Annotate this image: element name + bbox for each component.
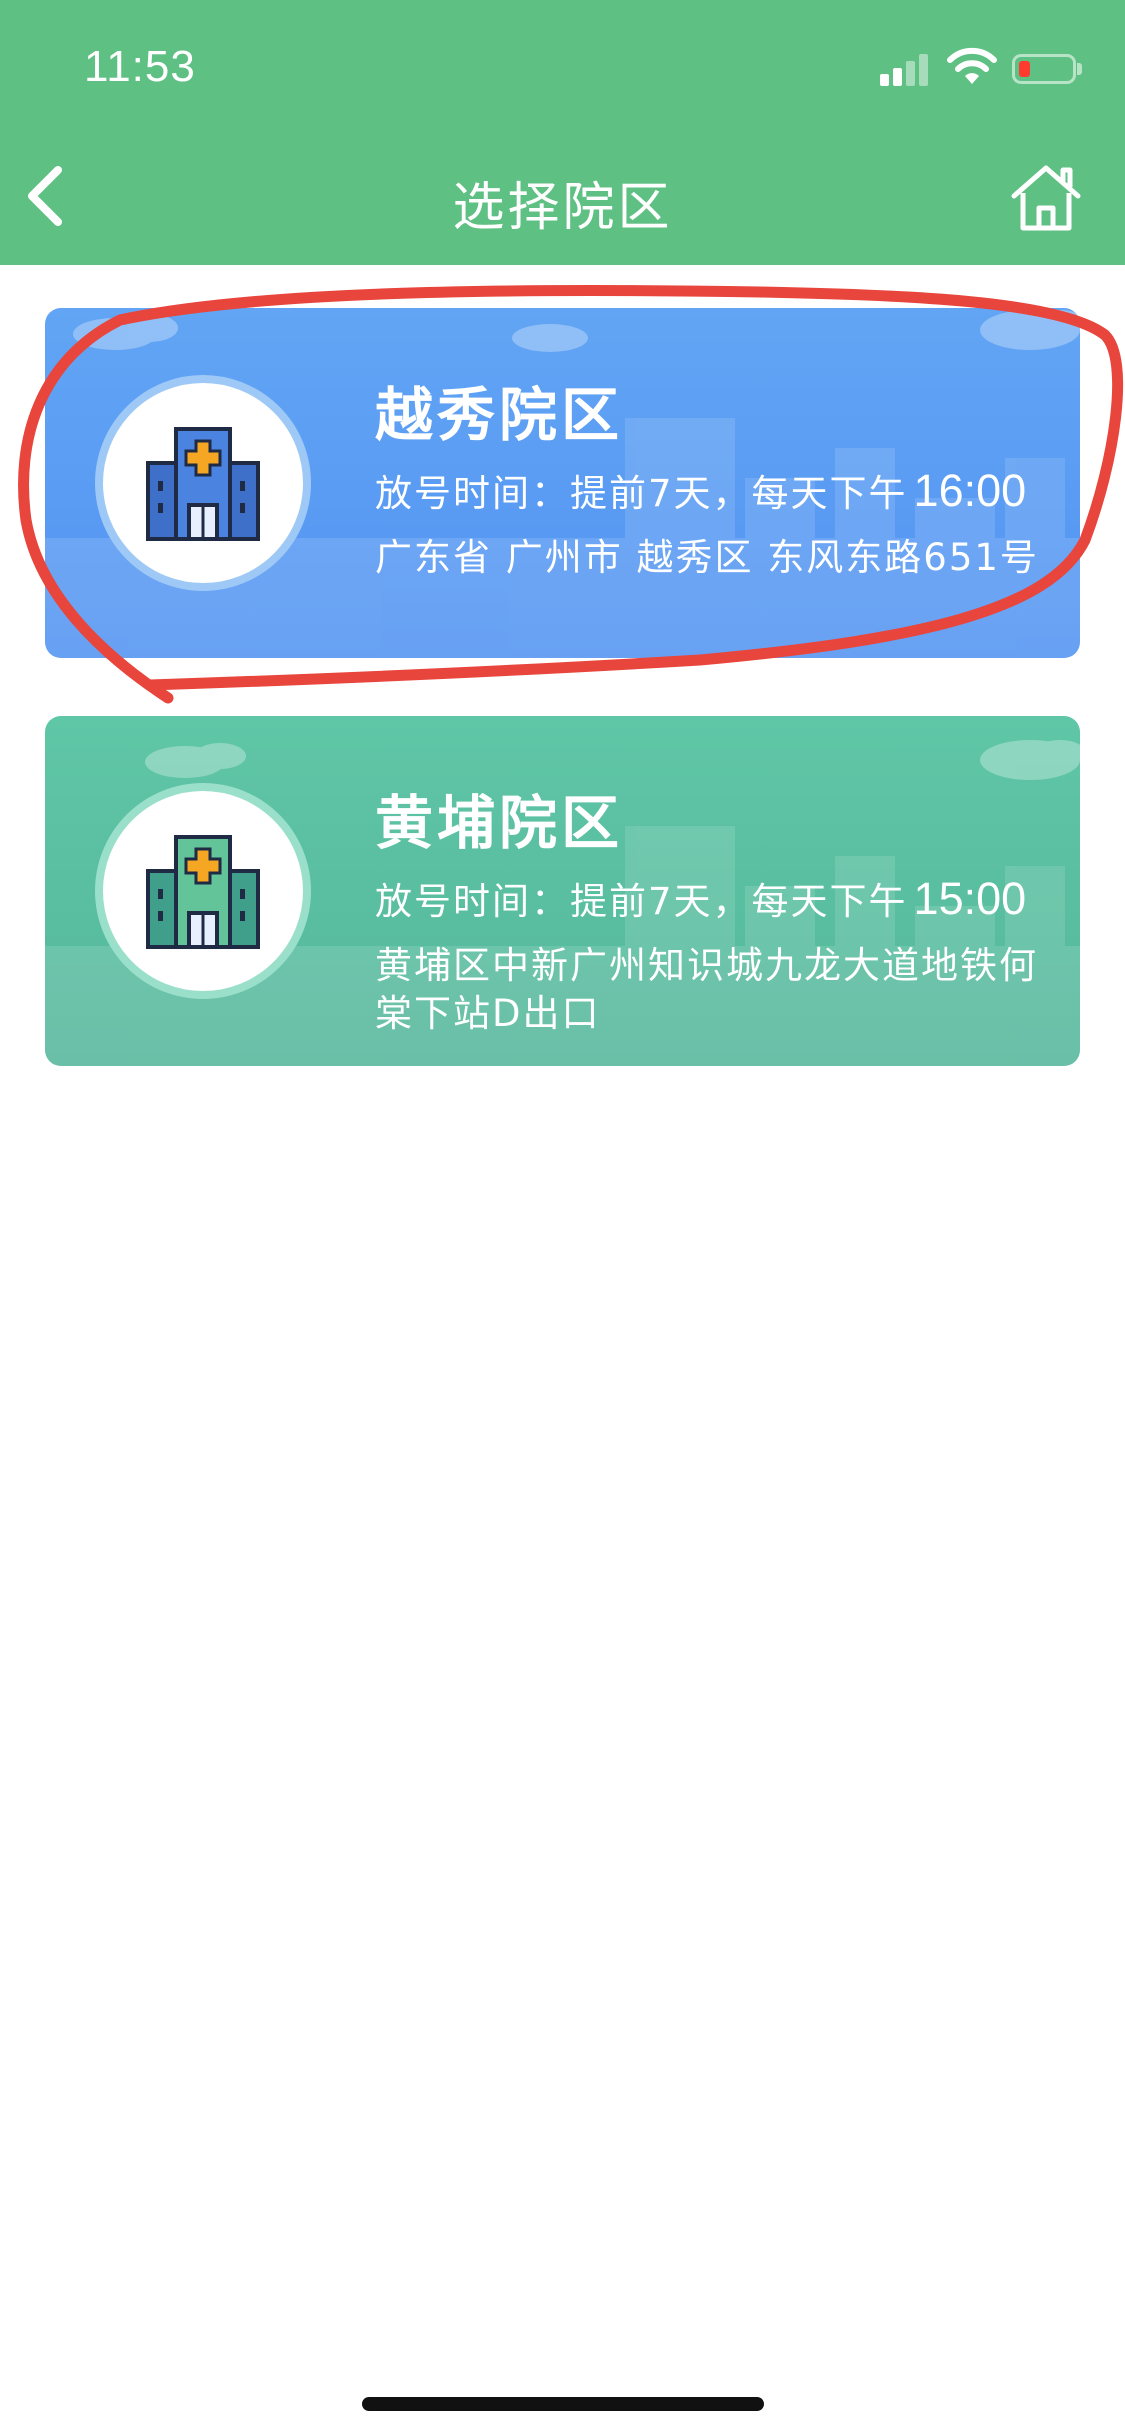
release-time-label: 放号时间：提前7天，每天下午 <box>375 472 908 515</box>
release-hour: 15:00 <box>913 873 1027 924</box>
campus-name: 黄埔院区 <box>375 789 624 857</box>
release-time: 放号时间：提前7天，每天下午 16:00 <box>375 463 1026 517</box>
wifi-icon <box>947 47 997 84</box>
hospital-avatar <box>95 783 311 999</box>
release-time: 放号时间：提前7天，每天下午 15:00 <box>375 871 1026 925</box>
home-icon <box>1011 165 1081 231</box>
home-indicator <box>362 2397 764 2411</box>
hospital-avatar <box>95 375 311 591</box>
battery-icon <box>1012 54 1076 84</box>
hospital-building-icon <box>146 427 260 541</box>
header-bar: 11:53 选择院区 <box>0 0 1125 265</box>
cellular-signal-icon <box>880 52 928 86</box>
campus-card-yuexiu[interactable]: 越秀院区 放号时间：提前7天，每天下午 16:00 广东省 广州市 越秀区 东风东… <box>45 308 1080 658</box>
campus-address: 广东省 广州市 越秀区 东风东路651号 <box>375 536 1039 579</box>
campus-card-huangpu[interactable]: 黄埔院区 放号时间：提前7天，每天下午 15:00 黄埔区中新广州知识城九龙大道地… <box>45 716 1080 1066</box>
release-hour: 16:00 <box>913 465 1027 516</box>
hospital-building-icon <box>146 835 260 949</box>
campus-address: 黄埔区中新广州知识城九龙大道地铁何棠下站D出口 <box>375 944 1038 1035</box>
status-time: 11:53 <box>84 42 196 91</box>
page-title: 选择院区 <box>452 178 673 238</box>
home-button[interactable] <box>1006 160 1086 236</box>
campus-name: 越秀院区 <box>375 381 624 449</box>
release-time-label: 放号时间：提前7天，每天下午 <box>375 880 908 923</box>
